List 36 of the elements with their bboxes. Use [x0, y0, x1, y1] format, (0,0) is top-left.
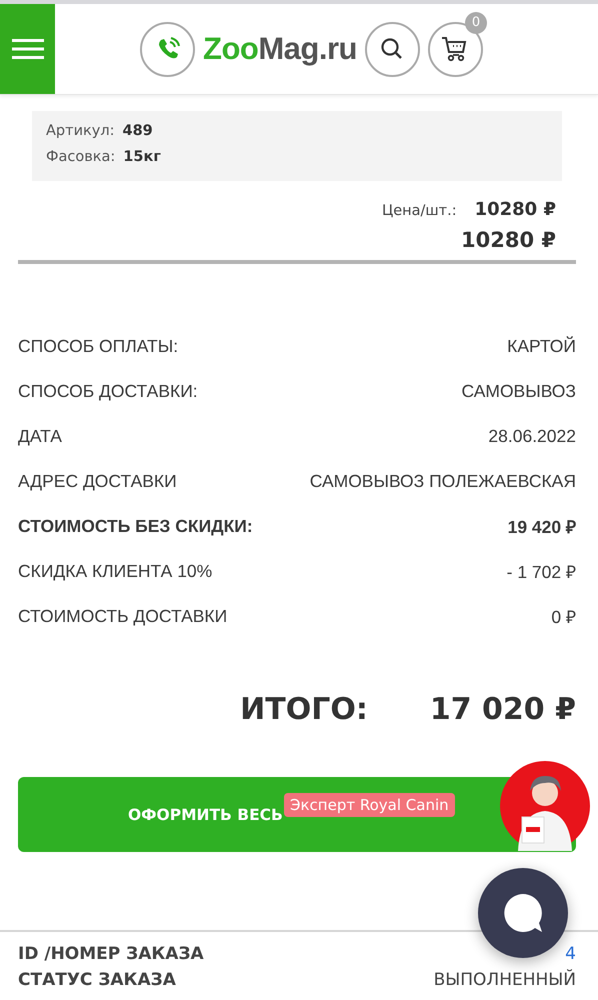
spec-value: 15кг: [123, 149, 161, 165]
order-link[interactable]: 4: [565, 944, 576, 964]
total-label: ИТОГО:: [240, 692, 368, 727]
summary-value: САМОВЫВОЗ ПОЛЕЖАЕВСКАЯ: [310, 470, 576, 492]
item-total: 10280 ₽: [461, 228, 556, 252]
summary-value: САМОВЫВОЗ: [461, 380, 576, 402]
summary-value: 19 420 ₽: [508, 516, 576, 538]
logo[interactable]: ZooMag.ru: [203, 31, 357, 67]
summary-value: - 1 702 ₽: [506, 561, 576, 583]
cart-count-badge: 0: [464, 12, 487, 34]
summary-value: 0 ₽: [551, 606, 576, 628]
summary-label: АДРЕС ДОСТАВКИ: [18, 470, 177, 492]
menu-icon: [12, 38, 44, 60]
summary-label: СПОСОБ ОПЛАТЫ:: [18, 336, 178, 356]
total-value: 17 020 ₽: [430, 692, 576, 727]
expert-avatar[interactable]: [500, 761, 590, 851]
info-label: ID /НОМЕР ЗАКАЗА: [18, 944, 204, 964]
expert-tooltip[interactable]: Эксперт Royal Canin: [284, 793, 455, 817]
price-label: Цена/шт.:: [382, 203, 457, 219]
chat-button[interactable]: [478, 868, 568, 958]
summary-label: СКИДКА КЛИЕНТА 10%: [18, 560, 212, 582]
spec-label: Артикул:: [46, 123, 114, 139]
summary-value: КАРТОЙ: [507, 336, 576, 356]
summary-label: СТОИМОСТЬ ДОСТАВКИ: [18, 606, 228, 626]
menu-button[interactable]: [0, 4, 55, 94]
chat-icon: [502, 892, 544, 934]
summary-label: СТОИМОСТЬ БЕЗ СКИДКИ:: [18, 516, 253, 536]
spec-value: 489: [122, 123, 153, 139]
spec-label: Фасовка:: [46, 149, 116, 165]
summary-value: 28.06.2022: [488, 426, 576, 446]
info-label: СТАТУС ЗАКАЗА: [18, 970, 176, 990]
search-icon: [380, 37, 404, 61]
summary-label: СПОСОБ ДОСТАВКИ:: [18, 380, 198, 402]
unit-price: 10280 ₽: [474, 199, 556, 220]
info-value: ВЫПОЛНЕННЫЙ: [434, 970, 576, 990]
summary-label: ДАТА: [18, 426, 62, 446]
